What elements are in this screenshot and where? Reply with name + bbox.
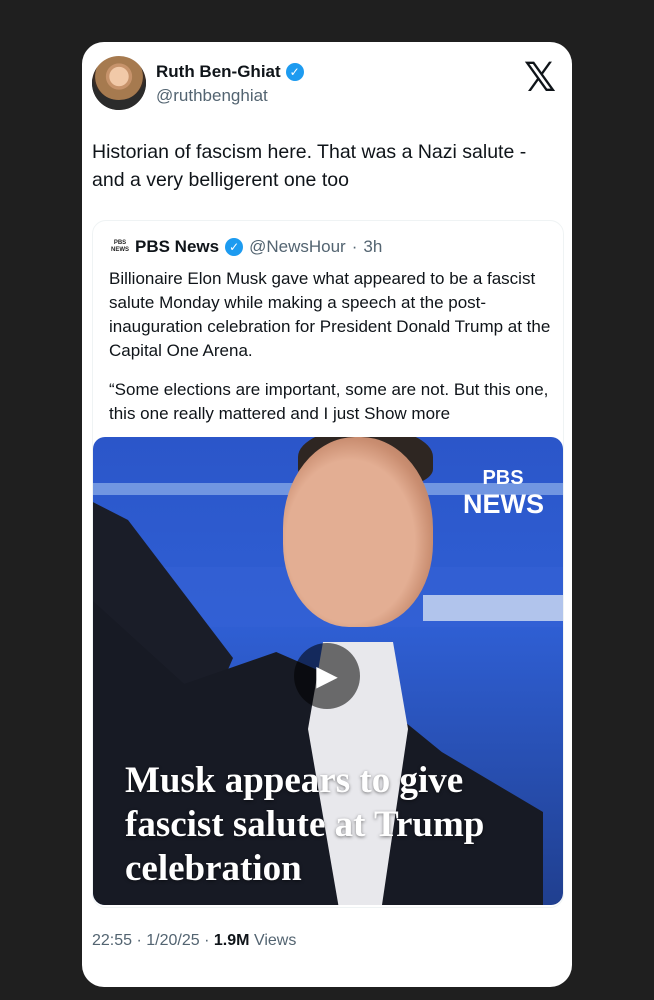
views-label: Views [253, 932, 297, 949]
show-more-link[interactable]: Show more [364, 404, 450, 423]
avatar[interactable] [92, 56, 146, 110]
author-name-row: Ruth Ben-Ghiat ✓ [156, 62, 304, 82]
tweet-footer: 22:55 · 1/20/25 · 1.9M Views [92, 932, 296, 950]
footer-separator-2: · [204, 932, 210, 949]
verified-badge-icon: ✓ [285, 63, 304, 81]
pbs-news-logo-icon: PBS NEWS [111, 240, 129, 253]
author-name[interactable]: Ruth Ben-Ghiat [156, 62, 281, 82]
views-count: 1.9M [213, 932, 250, 949]
quoted-paragraph-1: Billionaire Elon Musk gave what appeared… [109, 269, 551, 360]
quoted-verified-badge-icon: ✓ [225, 238, 244, 256]
quoted-tweet-text: Billionaire Elon Musk gave what appeared… [109, 267, 553, 441]
quoted-tweet-header: PBS NEWS PBS News ✓ @NewsHour · 3h [111, 237, 382, 257]
background-stripe-right [423, 595, 563, 621]
tweet-time[interactable]: 22:55 [92, 932, 132, 949]
pbs-watermark-line2: NEWS [463, 489, 544, 519]
quoted-author-name[interactable]: PBS News [135, 237, 219, 257]
quoted-author-handle[interactable]: @NewsHour [249, 237, 346, 257]
tweet-text: Historian of fascism here. That was a Na… [92, 141, 527, 191]
footer-separator-1: · [136, 932, 142, 949]
face [283, 437, 433, 627]
video-headline: Musk appears to give fascist salute at T… [125, 760, 485, 889]
pbs-news-watermark: PBS NEWS [463, 467, 544, 519]
tweet-date[interactable]: 1/20/25 [146, 932, 199, 949]
quoted-tweet[interactable]: PBS NEWS PBS News ✓ @NewsHour · 3h Billi… [92, 220, 564, 908]
quoted-separator: · [351, 237, 358, 256]
x-logo-icon: 𝕏 [523, 55, 557, 101]
pbs-watermark-line1: PBS [482, 467, 524, 489]
tweet-header: Ruth Ben-Ghiat ✓ @ruthbenghiat 𝕏 [92, 56, 562, 114]
quoted-paragraph-2: “Some elections are important, some are … [109, 378, 553, 426]
video-thumbnail[interactable]: PBS NEWS ▶ Musk appears to give fascist … [93, 437, 563, 905]
quoted-paragraph-2-text: “Some elections are important, some are … [109, 380, 549, 423]
quoted-timestamp[interactable]: 3h [363, 237, 382, 257]
author-handle[interactable]: @ruthbenghiat [156, 86, 268, 106]
play-icon[interactable]: ▶ [294, 643, 360, 709]
tweet-card: Ruth Ben-Ghiat ✓ @ruthbenghiat 𝕏 Histori… [82, 42, 572, 987]
